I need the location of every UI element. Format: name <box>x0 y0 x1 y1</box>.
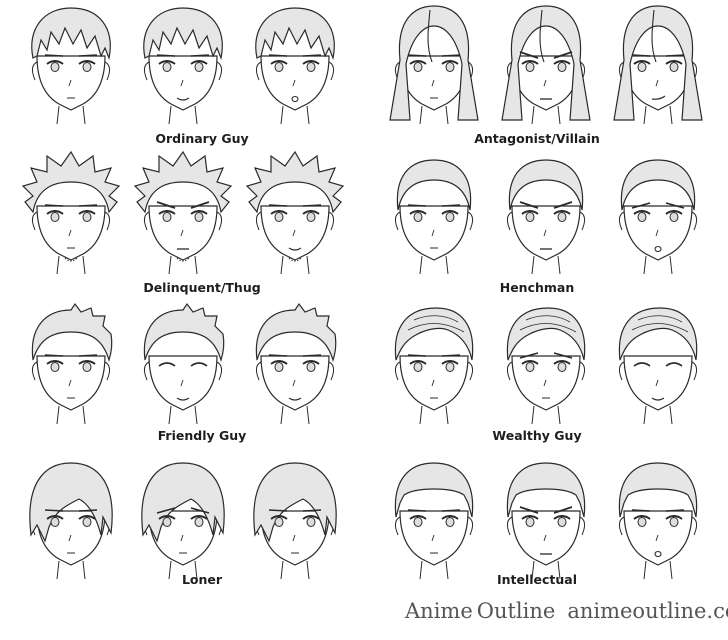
face-drawing-angry <box>490 0 602 125</box>
face-drawing-neutral <box>15 0 127 125</box>
character-type-label: Delinquent/Thug <box>143 280 261 295</box>
face-drawing-happy-closed <box>602 300 714 425</box>
face-drawing-neutral <box>15 150 127 275</box>
face-drawing-neutral <box>378 300 490 425</box>
face-drawing-angry <box>490 455 602 580</box>
face-drawing-smile <box>127 0 239 125</box>
face-drawing-angry <box>127 150 239 275</box>
face-drawing-neutral <box>15 300 127 425</box>
face-drawing-neutral <box>378 455 490 580</box>
character-type-label: Loner <box>181 572 223 587</box>
face-drawing-scared <box>602 150 714 275</box>
face-drawing-neutral <box>378 150 490 275</box>
watermark: Anime Outline animeoutline.com <box>405 594 728 628</box>
face-drawing-tired <box>239 455 351 580</box>
face-drawing-grin <box>239 150 351 275</box>
face-drawing-angry <box>490 150 602 275</box>
website-url: animeoutline.com <box>567 599 728 623</box>
character-type-label: Antagonist/Villain <box>474 131 600 146</box>
character-type-label: Intellectual <box>496 572 578 587</box>
character-type-label: Friendly Guy <box>157 428 247 443</box>
face-drawing-smile <box>239 300 351 425</box>
face-drawing-surprised <box>602 455 714 580</box>
face-drawing-happy-closed <box>127 300 239 425</box>
face-drawing-neutral <box>378 0 490 125</box>
character-type-label: Wealthy Guy <box>492 428 582 443</box>
character-type-label: Henchman <box>499 280 575 295</box>
face-drawing-neutral <box>15 455 127 580</box>
face-drawing-sad <box>490 300 602 425</box>
character-type-label: Ordinary Guy <box>155 131 249 146</box>
face-drawing-smirk <box>602 0 714 125</box>
face-drawing-surprised <box>239 0 351 125</box>
brand-name-part2: Outline <box>476 599 556 623</box>
brand-name-part1: Anime <box>405 599 473 623</box>
face-drawing-sad <box>127 455 239 580</box>
